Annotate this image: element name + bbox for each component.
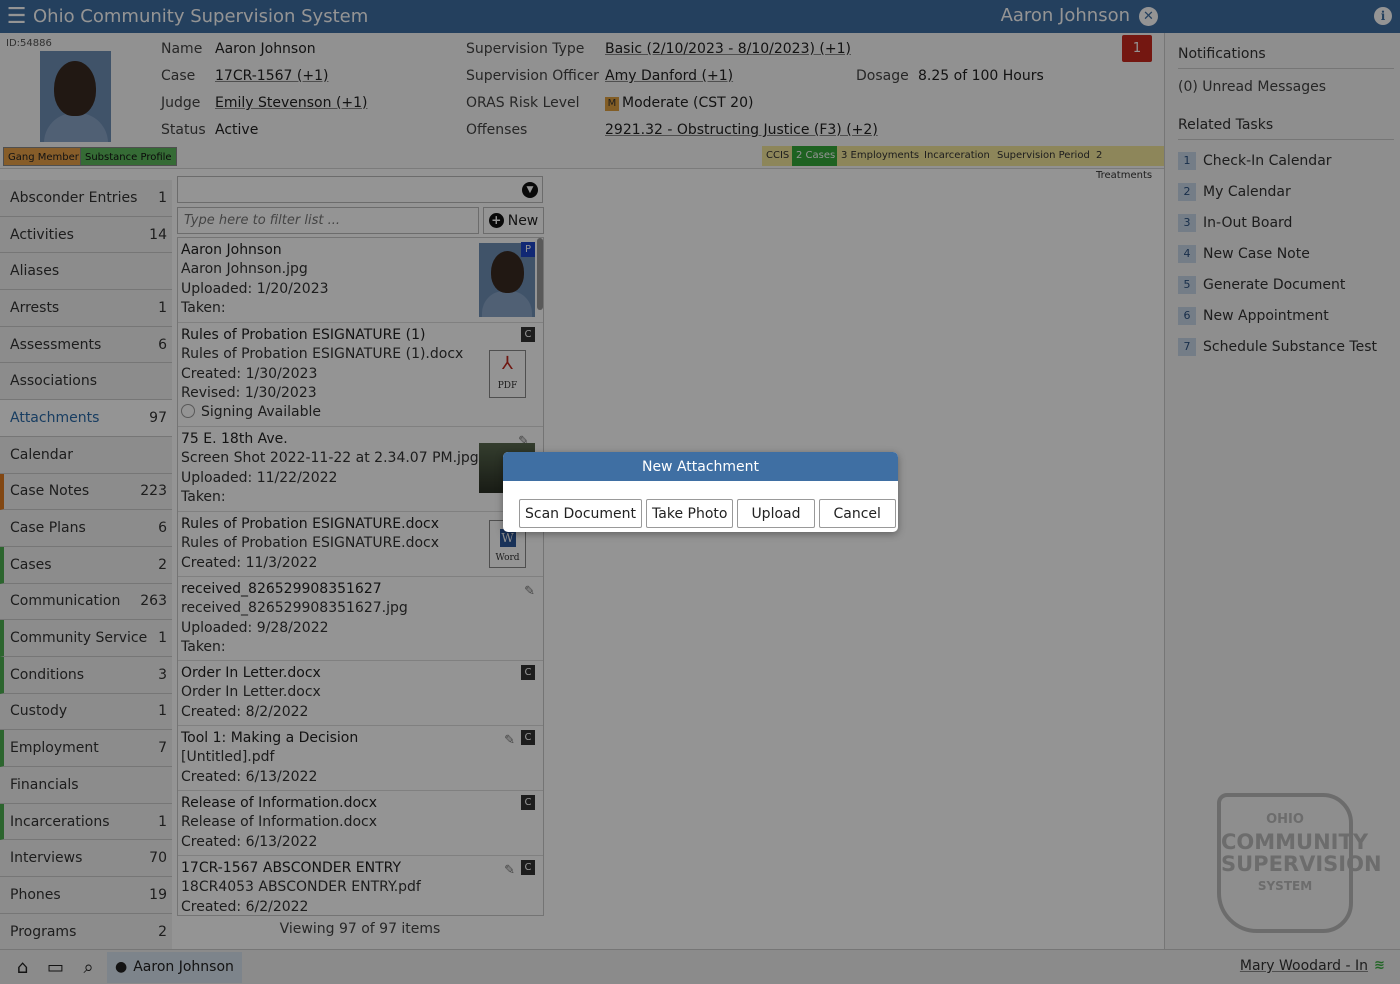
take-photo-button[interactable]: Take Photo	[646, 499, 734, 528]
cancel-button[interactable]: Cancel	[818, 499, 896, 528]
new-attachment-dialog: New Attachment Scan Document Take Photo …	[503, 452, 898, 532]
upload-button[interactable]: Upload	[737, 499, 815, 528]
dialog-title: New Attachment	[503, 452, 898, 481]
scan-document-button[interactable]: Scan Document	[519, 499, 643, 528]
